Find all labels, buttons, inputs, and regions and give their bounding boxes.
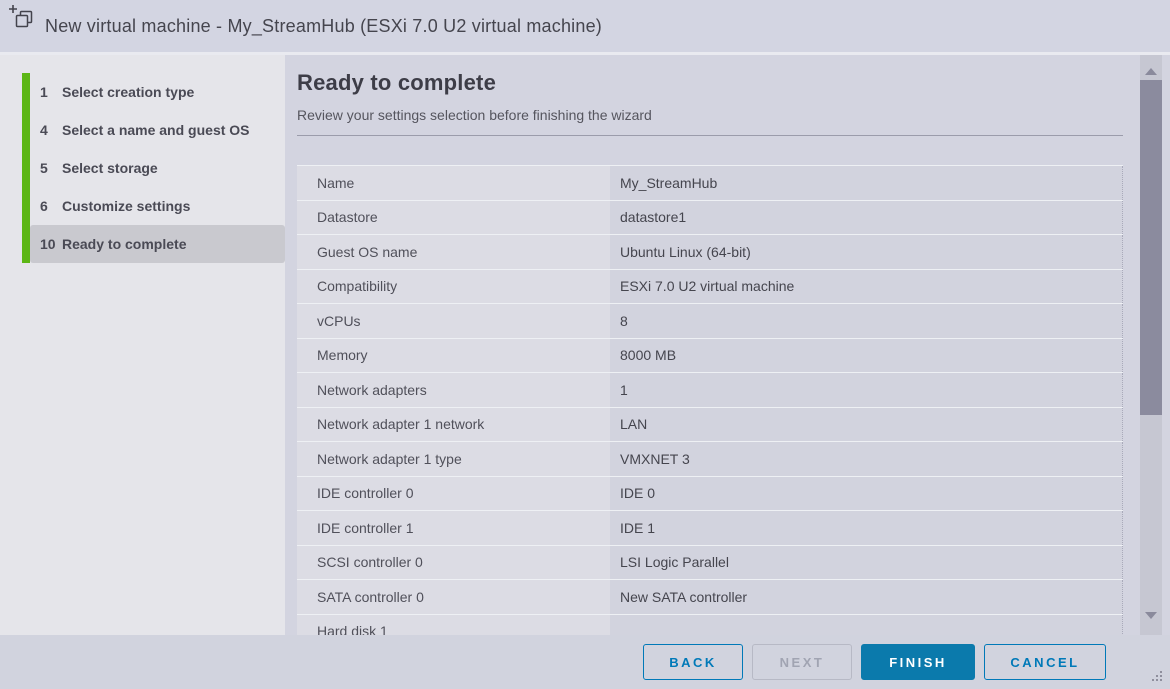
summary-row-label: Name	[297, 166, 610, 200]
summary-row-value: 8000 MB	[610, 339, 1123, 373]
wizard-step[interactable]: 1 Select creation type	[30, 73, 285, 111]
step-number: 1	[40, 84, 62, 100]
step-label: Select creation type	[62, 84, 194, 100]
wizard-step[interactable]: 5 Select storage	[30, 149, 285, 187]
wizard-steps-sidebar: 1 Select creation type 4 Select a name a…	[0, 55, 285, 635]
summary-row-label: Hard disk 1	[297, 615, 610, 636]
wizard-body: 1 Select creation type 4 Select a name a…	[0, 55, 1170, 635]
step-label: Ready to complete	[62, 236, 186, 252]
summary-row-label: IDE controller 0	[297, 477, 610, 511]
summary-row-label: Network adapter 1 type	[297, 442, 610, 476]
wizard-step[interactable]: 6 Customize settings	[30, 187, 285, 225]
scroll-up-icon[interactable]	[1145, 68, 1157, 75]
summary-row-value: ESXi 7.0 U2 virtual machine	[610, 270, 1123, 304]
new-vm-icon	[8, 4, 35, 36]
summary-row-value: VMXNET 3	[610, 442, 1123, 476]
cancel-button[interactable]: CANCEL	[984, 644, 1106, 680]
summary-row-value: Ubuntu Linux (64-bit)	[610, 235, 1123, 269]
titlebar: New virtual machine - My_StreamHub (ESXi…	[0, 0, 1170, 55]
summary-row-label: Network adapters	[297, 373, 610, 407]
summary-row: Datastore datastore1	[297, 201, 1123, 236]
ready-to-complete-panel: Ready to complete Review your settings s…	[285, 55, 1170, 635]
step-number: 10	[40, 236, 62, 252]
progress-green-bar	[22, 73, 30, 263]
step-label: Customize settings	[62, 198, 190, 214]
vertical-scrollbar[interactable]	[1140, 55, 1162, 635]
summary-row-label: Compatibility	[297, 270, 610, 304]
summary-row: Compatibility ESXi 7.0 U2 virtual machin…	[297, 270, 1123, 305]
summary-row-value: 8	[610, 304, 1123, 338]
summary-row-value	[610, 615, 1123, 636]
summary-row: SCSI controller 0 LSI Logic Parallel	[297, 546, 1123, 581]
step-label: Select storage	[62, 160, 158, 176]
scroll-down-icon[interactable]	[1145, 612, 1157, 619]
wizard-step[interactable]: 4 Select a name and guest OS	[30, 111, 285, 149]
wizard-footer: BACK NEXT FINISH CANCEL	[0, 635, 1170, 689]
step-number: 4	[40, 122, 62, 138]
summary-row: Guest OS name Ubuntu Linux (64-bit)	[297, 235, 1123, 270]
summary-row-value: LSI Logic Parallel	[610, 546, 1123, 580]
resize-grip-icon[interactable]	[1152, 671, 1164, 683]
step-number: 6	[40, 198, 62, 214]
summary-row-label: Network adapter 1 network	[297, 408, 610, 442]
settings-summary-table: Name My_StreamHub Datastore datastore1 G…	[297, 165, 1123, 635]
summary-row-value: New SATA controller	[610, 580, 1123, 614]
summary-row: Name My_StreamHub	[297, 166, 1123, 201]
step-number: 5	[40, 160, 62, 176]
summary-row-label: SATA controller 0	[297, 580, 610, 614]
page-title: Ready to complete	[297, 70, 1170, 96]
summary-row: Network adapter 1 network LAN	[297, 408, 1123, 443]
summary-row: Memory 8000 MB	[297, 339, 1123, 374]
scrollbar-thumb[interactable]	[1140, 80, 1162, 415]
page-subtitle: Review your settings selection before fi…	[297, 107, 1170, 123]
summary-row-label: IDE controller 1	[297, 511, 610, 545]
summary-row-label: Datastore	[297, 201, 610, 235]
summary-row-value: IDE 1	[610, 511, 1123, 545]
new-vm-wizard-dialog: New virtual machine - My_StreamHub (ESXi…	[0, 0, 1170, 689]
summary-row-value: My_StreamHub	[610, 166, 1123, 200]
summary-row-label: vCPUs	[297, 304, 610, 338]
summary-row: vCPUs 8	[297, 304, 1123, 339]
summary-row-value: datastore1	[610, 201, 1123, 235]
summary-row: SATA controller 0 New SATA controller	[297, 580, 1123, 615]
summary-row-value: 1	[610, 373, 1123, 407]
summary-row-value: IDE 0	[610, 477, 1123, 511]
summary-row-label: SCSI controller 0	[297, 546, 610, 580]
summary-row: Hard disk 1	[297, 615, 1123, 636]
summary-row: Network adapter 1 type VMXNET 3	[297, 442, 1123, 477]
step-label: Select a name and guest OS	[62, 122, 250, 138]
wizard-step[interactable]: 10 Ready to complete	[30, 225, 285, 263]
window-title: New virtual machine - My_StreamHub (ESXi…	[45, 16, 602, 37]
finish-button[interactable]: FINISH	[861, 644, 975, 680]
header-divider	[297, 135, 1123, 136]
summary-row: Network adapters 1	[297, 373, 1123, 408]
summary-row-value: LAN	[610, 408, 1123, 442]
back-button[interactable]: BACK	[643, 644, 743, 680]
summary-row-label: Memory	[297, 339, 610, 373]
summary-row: IDE controller 1 IDE 1	[297, 511, 1123, 546]
next-button[interactable]: NEXT	[752, 644, 852, 680]
summary-row-label: Guest OS name	[297, 235, 610, 269]
summary-row: IDE controller 0 IDE 0	[297, 477, 1123, 512]
steps-list: 1 Select creation type 4 Select a name a…	[0, 73, 285, 263]
